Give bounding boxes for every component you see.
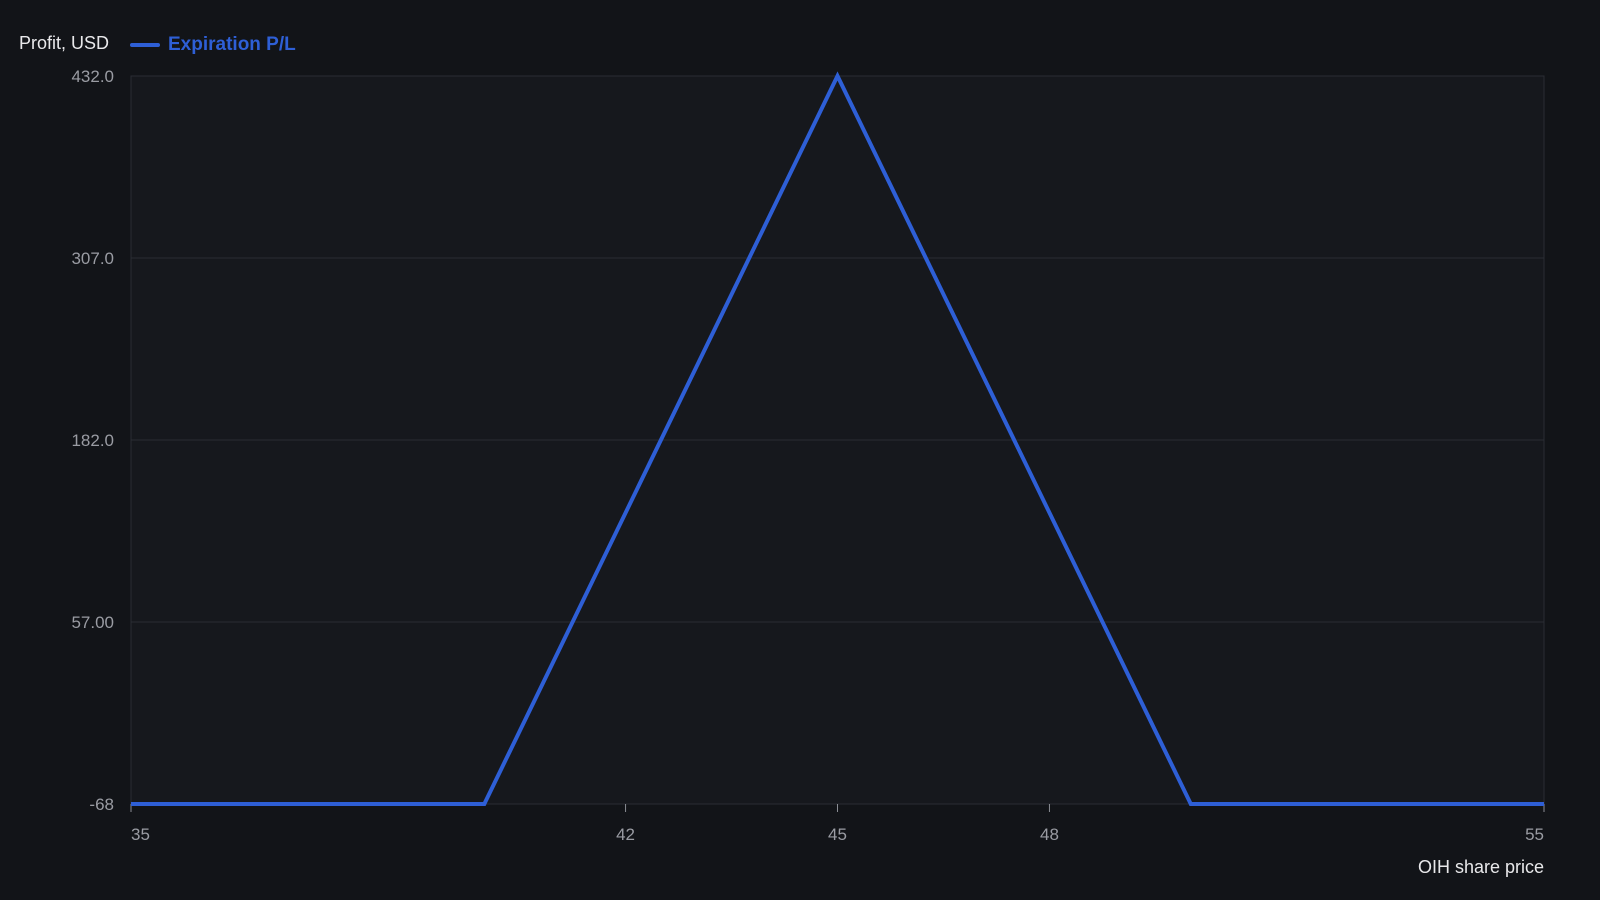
y-tick-label: -68 [89,795,114,814]
x-tick-label: 55 [1525,825,1544,844]
chart-page: 432.0 307.0 182.0 57.00 -68 35 42 45 48 55 Profit… [0,0,1600,900]
legend[interactable]: Expiration P/L [130,34,296,56]
y-tick-label: 432.0 [71,67,114,86]
x-tick-label: 42 [616,825,635,844]
y-tick-label: 57.00 [71,613,114,632]
y-axis-title: Profit, USD [19,33,110,53]
x-tick-label: 45 [828,825,847,844]
chart-canvas: 432.0 307.0 182.0 57.00 -68 35 42 45 48 55 [71,67,1545,844]
y-tick-label: 182.0 [71,431,114,450]
y-tick-label: 307.0 [71,249,114,268]
legend-label-expiration-pl[interactable]: Expiration P/L [168,34,296,56]
x-axis-title: OIH share price [1417,857,1544,877]
legend-swatch [130,43,160,47]
x-tick-label: 48 [1040,825,1059,844]
x-tick-label: 35 [131,825,150,844]
